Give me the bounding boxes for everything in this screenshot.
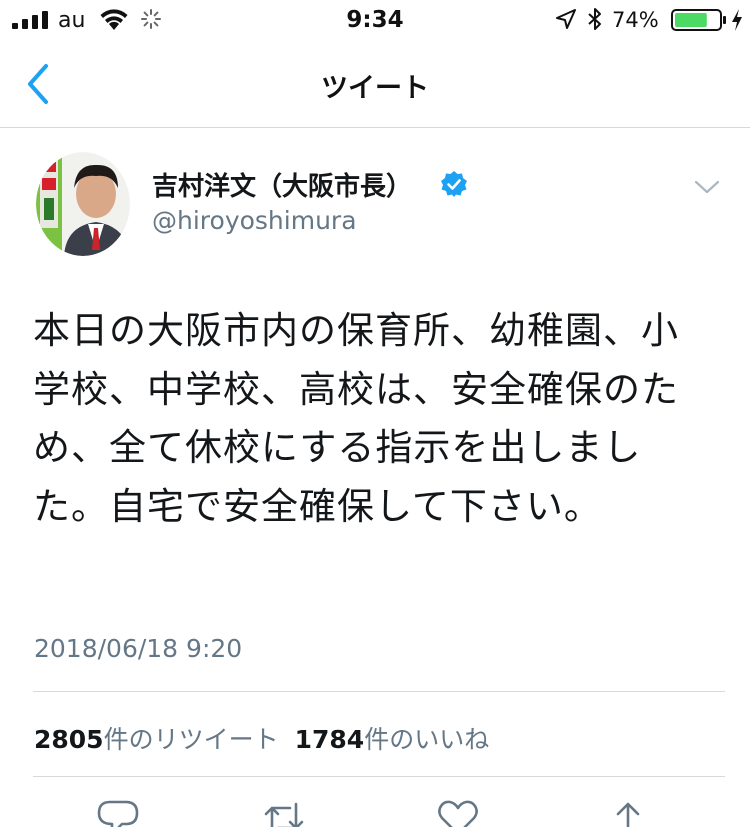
divider xyxy=(33,691,725,692)
likes-label: 件のいいね xyxy=(364,725,490,754)
battery-icon xyxy=(671,9,726,31)
retweets-label: 件のリツイート xyxy=(103,725,279,754)
status-bar: au 9:34 74% xyxy=(0,0,750,40)
tweet-text: 本日の大阪市内の保育所、幼稚園、小学校、中学校、高校は、安全確保のため、全て休校… xyxy=(33,309,679,528)
tweet-timestamp: 2018/06/18 9:20 xyxy=(34,634,243,663)
page-title: ツイート xyxy=(321,73,429,104)
retweet-icon[interactable] xyxy=(262,798,306,827)
battery-percent: 74% xyxy=(612,8,659,32)
share-icon[interactable] xyxy=(606,798,650,827)
chevron-down-icon[interactable] xyxy=(694,178,720,196)
likes-count: 1784 xyxy=(294,725,365,754)
likes-stat[interactable]: 1784件のいいね xyxy=(295,725,506,754)
bluetooth-icon xyxy=(588,8,601,30)
charging-bolt-icon xyxy=(732,9,742,31)
nav-bar: ツイート xyxy=(0,40,750,128)
tweet-stats: 2805件のリツイート 1784件のいいね xyxy=(34,720,505,756)
reply-icon[interactable] xyxy=(96,798,140,827)
heart-icon[interactable] xyxy=(436,798,480,827)
location-arrow-icon xyxy=(556,9,576,29)
verified-badge-icon xyxy=(441,171,467,197)
retweets-count: 2805 xyxy=(34,725,104,754)
divider xyxy=(33,776,725,777)
avatar[interactable] xyxy=(36,152,130,256)
retweets-stat[interactable]: 2805件のリツイート xyxy=(34,725,295,754)
author-name[interactable]: 吉村洋文（大阪市長） xyxy=(152,166,412,203)
profile-photo-image xyxy=(36,152,130,256)
author-handle[interactable]: @hiroyoshimura xyxy=(152,206,357,235)
